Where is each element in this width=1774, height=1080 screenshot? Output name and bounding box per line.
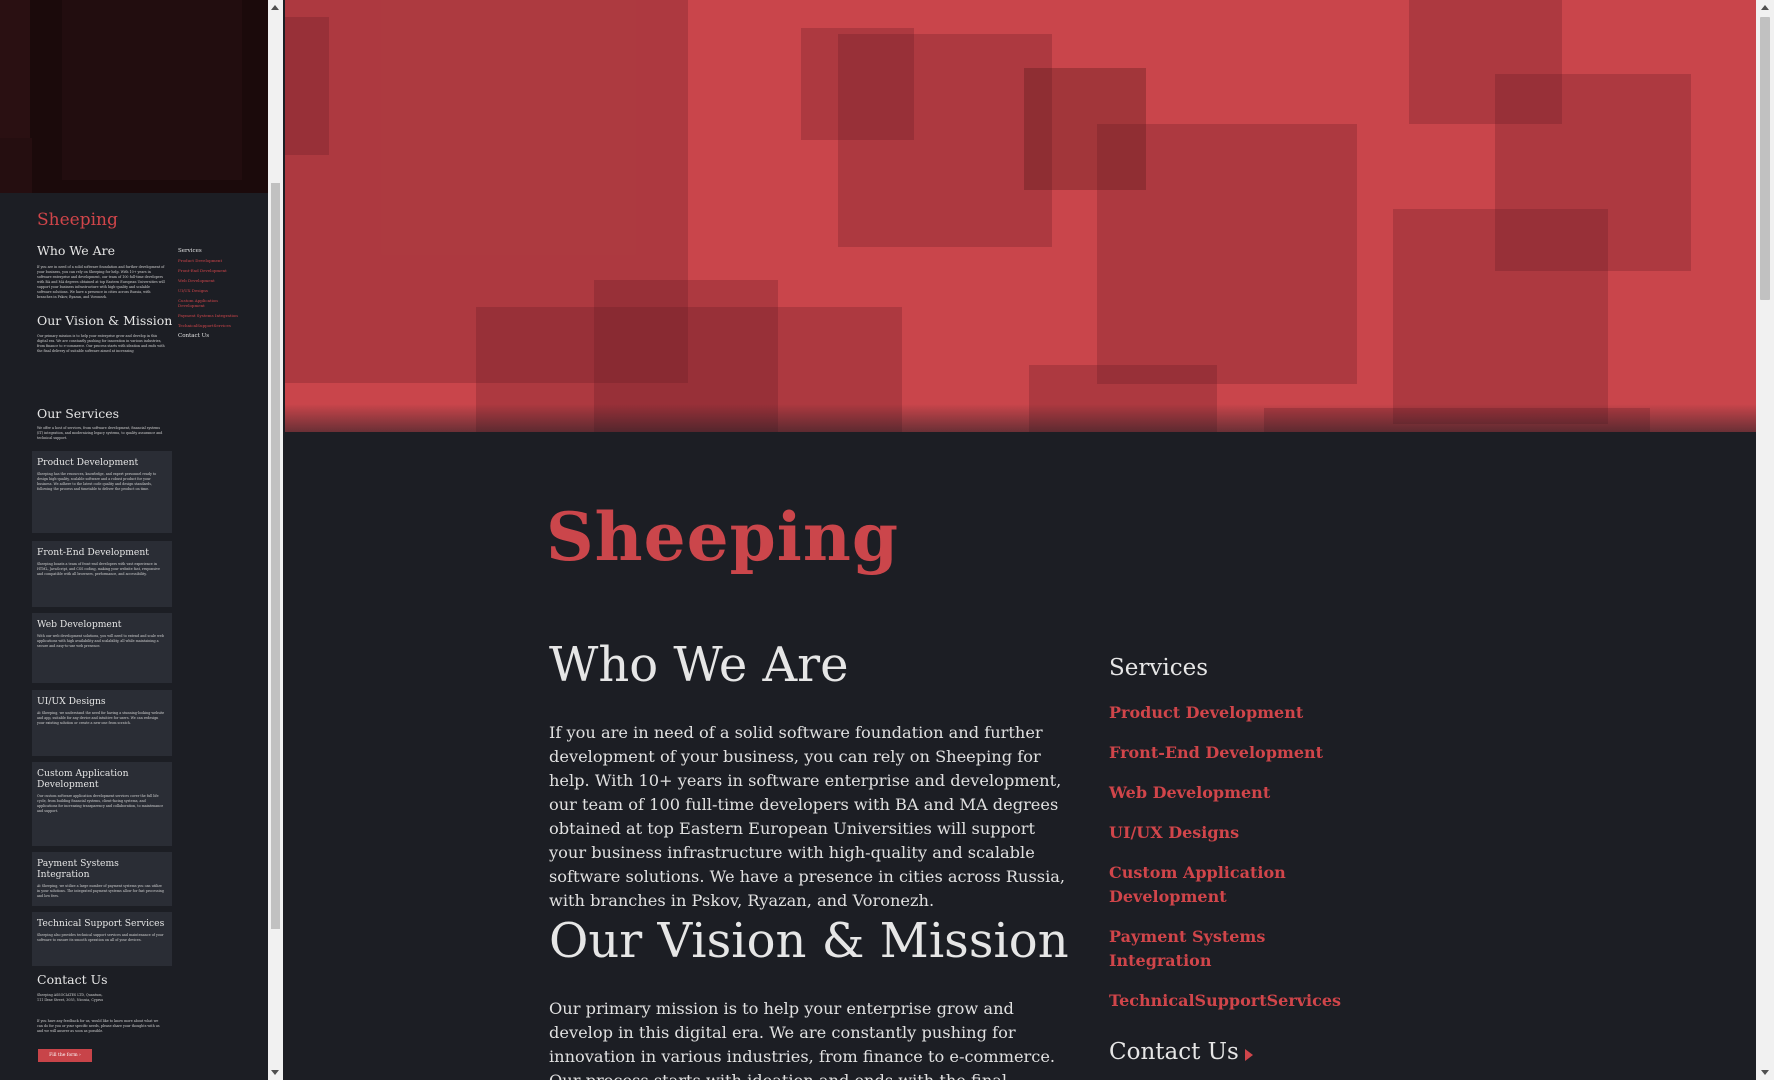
preview-fill-form-button[interactable]: Fill the form › <box>38 1049 92 1062</box>
contact-us-link[interactable]: Contact Us <box>1109 1029 1369 1065</box>
preview-sidebar-heading: Services <box>178 248 202 254</box>
service-link-technical-support-services[interactable]: TechnicalSupportServices <box>1109 989 1369 1013</box>
preview-card-title: Custom Application Development <box>37 768 129 790</box>
vision-text: Our primary mission is to help your ente… <box>549 999 1056 1080</box>
page-scrollbar[interactable] <box>1756 0 1774 1080</box>
hero-shadow <box>285 404 1756 432</box>
scroll-up-arrow-icon[interactable] <box>1760 5 1769 10</box>
preview-card-title: Web Development <box>37 619 122 630</box>
preview-services-text: We offer a host of services, from softwa… <box>37 426 163 440</box>
service-link-front-end-development[interactable]: Front-End Development <box>1109 741 1369 765</box>
preview-contact-text: If you have any feedback for us, would l… <box>37 1019 160 1033</box>
preview-card-text: At Sheeping, we utilize a large number o… <box>37 884 164 898</box>
scroll-down-arrow-icon[interactable] <box>1760 1070 1769 1075</box>
services-heading: Services <box>1109 655 1209 681</box>
preview-card-web: Web Development With our web development… <box>32 613 172 683</box>
preview-hero <box>0 0 268 193</box>
preview-card-title: UI/UX Designs <box>37 696 106 707</box>
preview-card-text: Sheeping boasts a team of front-end deve… <box>37 562 160 576</box>
preview-logo[interactable]: Sheeping <box>37 210 118 230</box>
preview-vision-heading: Our Vision & Mission <box>37 313 173 328</box>
who-we-are-heading: Who We Are <box>549 637 849 693</box>
who-we-are-text: If you are in need of a solid software f… <box>549 723 1066 910</box>
scroll-up-arrow-icon[interactable] <box>271 5 279 10</box>
preview-card-product: Product Development Sheeping has the res… <box>32 451 172 533</box>
main-page: Sheeping Who We Are If you are in need o… <box>285 0 1756 1080</box>
preview-contact-heading: Contact Us <box>37 972 108 987</box>
preview-sidebar-link[interactable]: Payment Systems Integration <box>178 313 244 318</box>
service-link-payment-systems-integration[interactable]: Payment Systems Integration <box>1109 925 1369 973</box>
preview-card-text: Our custom software application developm… <box>37 794 164 813</box>
preview-card-title: Payment Systems Integration <box>37 858 119 880</box>
site-logo[interactable]: Sheeping <box>546 498 899 576</box>
services-sidebar: Services Product Development Front-End D… <box>1109 655 1369 1065</box>
preview-card-title: Product Development <box>37 457 139 468</box>
caret-right-icon <box>1244 1048 1253 1061</box>
preview-card-text: Sheeping has the resources, knowledge, a… <box>37 472 157 491</box>
preview-sidebar-link[interactable]: Custom Application Development <box>178 298 244 308</box>
preview-contact-address: Sheeping ASSOCIATES LTD, Quantum, 111 Il… <box>37 993 104 1002</box>
hero-banner <box>285 0 1756 432</box>
page-scrollbar-thumb[interactable] <box>1760 17 1770 300</box>
service-link-web-development[interactable]: Web Development <box>1109 781 1369 805</box>
preview-scrollbar[interactable] <box>268 0 283 1080</box>
preview-card-title: Technical Support Services <box>37 918 165 929</box>
preview-who-text: If you are in need of a solid software f… <box>37 265 165 299</box>
preview-services-heading: Our Services <box>37 406 120 421</box>
preview-card-title: Front-End Development <box>37 547 149 558</box>
preview-sidebar-link[interactable]: TechnicalSupportServices <box>178 323 244 328</box>
service-link-custom-application-development[interactable]: Custom Application Development <box>1109 861 1299 909</box>
preview-card-payment: Payment Systems Integration At Sheeping,… <box>32 852 172 906</box>
service-link-ui-ux-designs[interactable]: UI/UX Designs <box>1109 821 1369 845</box>
preview-sidebar-link[interactable]: Web Development <box>178 278 244 283</box>
preview-card-text: At Sheeping, we understand the need for … <box>37 711 165 725</box>
preview-card-frontend: Front-End Development Sheeping boasts a … <box>32 541 172 607</box>
service-link-product-development[interactable]: Product Development <box>1109 701 1369 725</box>
preview-card-text: Sheeping also provides technical support… <box>37 933 164 942</box>
preview-card-uiux: UI/UX Designs At Sheeping, we understand… <box>32 690 172 756</box>
page-preview-pane[interactable]: Sheeping Who We Are If you are in need o… <box>0 0 268 1080</box>
preview-vision-text: Our primary mission is to help your ente… <box>37 334 165 353</box>
contact-us-label[interactable]: Contact Us <box>1109 1039 1239 1065</box>
vision-heading: Our Vision & Mission <box>549 913 1069 969</box>
preview-card-custom-app: Custom Application Development Our custo… <box>32 762 172 846</box>
preview-sidebar-link[interactable]: Front-End Development <box>178 268 244 273</box>
preview-sidebar-link[interactable]: UI/UX Designs <box>178 288 244 293</box>
preview-sidebar-contact[interactable]: Contact Us <box>178 333 244 339</box>
preview-scrollbar-thumb[interactable] <box>271 183 280 929</box>
preview-card-text: With our web development solutions, you … <box>37 634 164 648</box>
preview-who-heading: Who We Are <box>37 243 115 258</box>
preview-services-sidebar: Services Product Development Front-End D… <box>178 248 244 339</box>
preview-card-support: Technical Support Services Sheeping also… <box>32 912 172 966</box>
preview-sidebar-link[interactable]: Product Development <box>178 258 244 263</box>
scroll-down-arrow-icon[interactable] <box>271 1070 279 1075</box>
